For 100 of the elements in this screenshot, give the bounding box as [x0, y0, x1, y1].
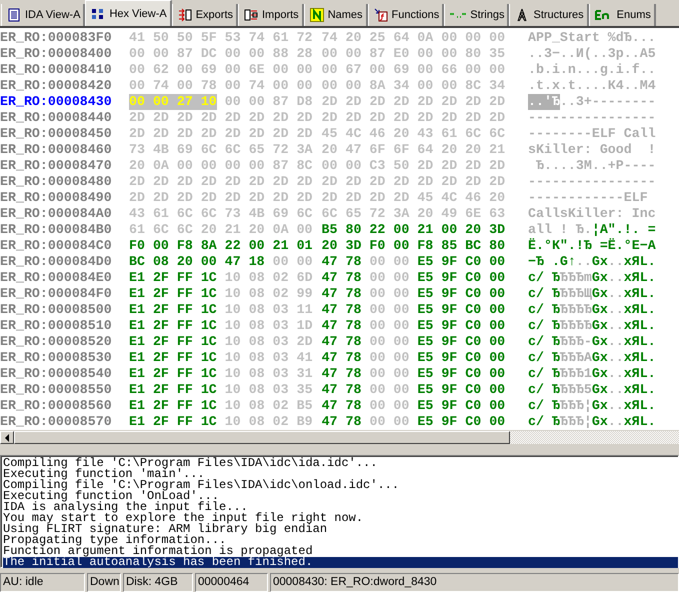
import-arrows-icon	[244, 8, 258, 22]
address-label: ER_RO:000084D0	[0, 254, 113, 270]
ascii-text: xЯL.	[624, 414, 656, 430]
address-label: ER_RO:00008460	[0, 142, 113, 158]
address-label: ER_RO:00008430	[0, 94, 113, 110]
tab[interactable]: Names	[304, 4, 368, 26]
ascii-text: Gx	[592, 318, 608, 334]
hex-bytes: E5 9F C0 00	[417, 398, 506, 414]
hex-bytes: 10 08 03 2D	[224, 334, 313, 350]
address-label: ER_RO:00008540	[0, 366, 113, 382]
ascii-text: Gx	[592, 302, 608, 318]
ascii-text: ..	[608, 302, 624, 318]
address-label: ER_RO:00008410	[0, 62, 113, 78]
hex-bytes: 47 78	[322, 366, 362, 382]
ascii-text: xЯL.	[624, 350, 656, 366]
address-label: ER_RO:00008510	[0, 318, 113, 334]
hex-bytes: F0 00 F8 8A 22 00 21 01	[129, 238, 313, 254]
output-line: IDA is analysing the input file...	[3, 502, 249, 513]
hex-bytes: 47 78	[322, 318, 362, 334]
scrollbar-thumb[interactable]	[14, 431, 510, 444]
ascii-text: ЂЂЂ¦	[560, 414, 592, 430]
hex-bytes: 10 08 02 B9	[224, 414, 313, 430]
status-field: Down	[87, 573, 121, 592]
ascii-text: ..3+	[560, 94, 592, 110]
hex-bytes: BC 08 20 00 47 18	[129, 254, 265, 270]
tab[interactable]: Functions	[368, 4, 444, 26]
hex-bytes: 00 00	[369, 382, 410, 398]
ascii-text: Good !	[598, 142, 656, 158]
tab[interactable]: Imports	[238, 4, 304, 26]
hex-bytes: 00 00	[369, 286, 410, 302]
ascii-text: Ђ....3М	[534, 158, 592, 174]
ascii-text: Gx	[592, 334, 608, 350]
ascii-text: ----ELF	[592, 190, 649, 206]
ascii-text: --------	[592, 110, 656, 126]
hex-bytes: 10 08 03 41	[224, 350, 313, 366]
hex-bytes: 2D 2D 2D 2D 2D 2D 2D 2D	[322, 174, 506, 190]
address-label: ER_RO:00008450	[0, 126, 113, 142]
address-label: ER_RO:00008480	[0, 174, 113, 190]
address-label: ER_RO:000084A0	[0, 206, 113, 222]
ascii-text: ЂЂЂ¦	[560, 398, 592, 414]
hex-bytes: 10 08 02 B5	[224, 398, 313, 414]
output-line: Executing function 'main'...	[3, 469, 205, 480]
output-line: You may start to explore the input file right now.	[3, 513, 364, 524]
address-label: ER_RO:00008490	[0, 190, 113, 206]
hex-bytes: 10 08 02 99	[224, 286, 313, 302]
hex-bytes: E5 9F C0 00	[417, 382, 506, 398]
ascii-text: ЂЂЂЂ	[560, 318, 592, 334]
hex-bytes: 41 50 50 5F 53 74 61 72	[129, 30, 313, 46]
tab[interactable]: Structures	[509, 4, 589, 26]
address-label: ER_RO:00008470	[0, 158, 113, 174]
ascii-text: ¦А".!. =	[592, 222, 656, 238]
hex-bytes: 00 00 C3 50 2D 2D 2D 2D	[322, 158, 506, 174]
hex-bytes: 00 67 00 69 00 66 00 00	[322, 62, 506, 78]
hex-bytes: 2D 2D 2D 2D 2D 2D 2D 2D	[322, 110, 506, 126]
hex-bytes: 00 00	[369, 398, 410, 414]
hex-bytes: 6C 65 72 3A 20 49 6E 63	[322, 206, 506, 222]
status-field: 00008430: ER_RO:dword_8430	[270, 573, 679, 592]
ascii-text: c/ Ђ	[528, 318, 560, 334]
hex-bytes: 00 00	[369, 254, 410, 270]
ascii-text: t %dЂ...	[592, 30, 656, 46]
ascii-text: xЯL.	[624, 318, 656, 334]
hex-bytes: 20 3D F0 00 F8 85 BC 80	[322, 238, 506, 254]
status-field: AU: idle	[0, 573, 85, 592]
tab[interactable]: Enums	[588, 4, 656, 26]
ascii-text: --------	[528, 190, 592, 206]
hex-bytes: 47 78	[322, 398, 362, 414]
ascii-text: c/ Ђ	[528, 382, 560, 398]
ascii-text: ..3р..А5	[592, 46, 656, 62]
tab[interactable]: Exports	[172, 4, 238, 26]
ascii-text: Ё.°К".!Ђ	[528, 238, 592, 254]
address-label: ER_RO:000084F0	[0, 286, 113, 302]
hex-bytes: 10 08 02 6D	[224, 270, 313, 286]
ascii-text: Gx	[592, 414, 608, 430]
output-line: Compiling file 'C:\Program Files\IDA\idc\onload.idc'...	[3, 480, 400, 491]
ascii-text: xЯL.	[624, 302, 656, 318]
ascii-text: c/ Ђ	[528, 270, 560, 286]
ascii-text: c/ Ђ	[528, 398, 560, 414]
status-field: Disk: 4GB	[123, 573, 193, 592]
ascii-text: ЂЂЂЂ	[560, 302, 592, 318]
hex-bytes: B5 80 22 00 21 00 20 3D	[322, 222, 506, 238]
ascii-text: Gx	[592, 350, 608, 366]
left-arrow-icon	[4, 434, 10, 442]
hex-bytes: 00 00	[369, 334, 410, 350]
address-label: ER_RO:00008500	[0, 302, 113, 318]
tab[interactable]: Hex View-A	[85, 0, 172, 26]
ascii-text: ЂЂЂ1	[560, 366, 592, 382]
hex-bytes: E1 2F FF 1C	[129, 350, 217, 366]
scroll-left-button[interactable]	[0, 431, 14, 444]
tower-icon	[515, 8, 530, 22]
ascii-text: ..	[608, 286, 624, 302]
ascii-text: ..	[608, 270, 624, 286]
tab[interactable]: Strings	[444, 4, 510, 26]
ascii-text: ..К4..М4	[592, 78, 656, 94]
hex-bytes: 2D 2D 2D 2D 2D 2D 2D 2D	[129, 190, 313, 206]
ascii-text: Gx	[592, 382, 608, 398]
hex-bytes: 74 20 25 64 0A 00 00 00	[322, 30, 506, 46]
hex-bytes: E5 9F C0 00	[417, 286, 506, 302]
hex-bytes: E1 2F FF 1C	[129, 366, 217, 382]
hex-bytes: E5 9F C0 00	[417, 350, 506, 366]
hex-bytes: E1 2F FF 1C	[129, 270, 217, 286]
